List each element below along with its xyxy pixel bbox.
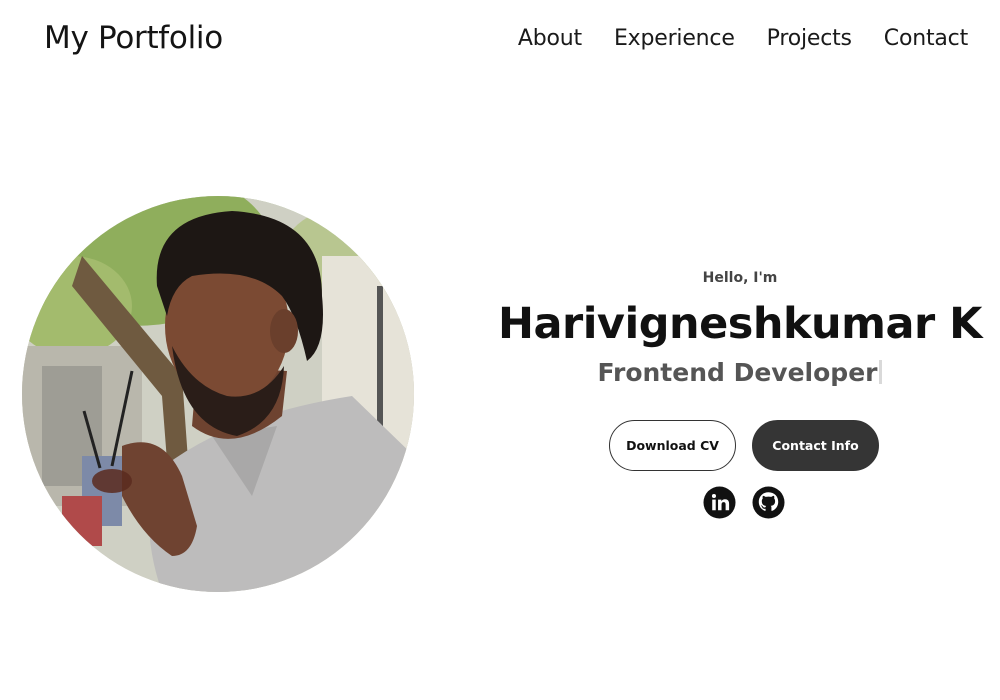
hero-role: Frontend Developer <box>597 358 878 387</box>
linkedin-icon[interactable] <box>703 486 736 519</box>
profile-photo <box>22 196 414 592</box>
hero-role-line: Frontend Developer <box>480 358 1000 387</box>
greeting-text: Hello, I'm <box>702 270 778 286</box>
profile-photo-illustration <box>22 196 414 592</box>
typing-cursor <box>879 360 883 384</box>
site-logo[interactable]: My Portfolio <box>44 20 223 56</box>
nav-link-contact[interactable]: Contact <box>884 26 968 51</box>
nav-links: About Experience Projects Contact <box>518 26 968 51</box>
download-cv-button[interactable]: Download CV <box>609 420 736 471</box>
github-icon[interactable] <box>752 486 785 519</box>
contact-info-button[interactable]: Contact Info <box>752 420 879 471</box>
hero-section: Hello, I'm Harivigneshkumar K Frontend D… <box>480 266 1000 387</box>
nav-link-experience[interactable]: Experience <box>614 26 735 51</box>
top-nav: My Portfolio About Experience Projects C… <box>0 0 1000 80</box>
social-links <box>703 486 785 519</box>
hero-buttons: Download CV Contact Info <box>609 420 879 471</box>
nav-link-projects[interactable]: Projects <box>767 26 852 51</box>
nav-link-about[interactable]: About <box>518 26 582 51</box>
hero-name: Harivigneshkumar K <box>497 299 983 349</box>
